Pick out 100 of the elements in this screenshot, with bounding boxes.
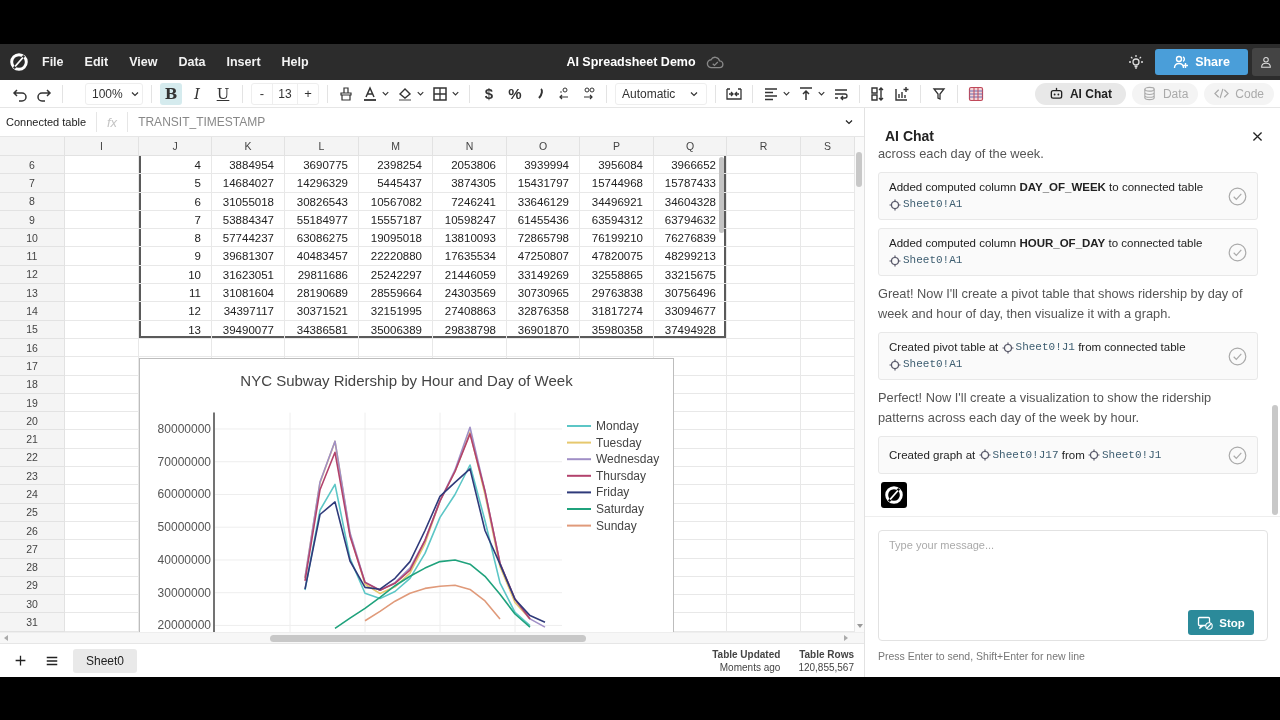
grid-cell[interactable]: [212, 338, 285, 358]
row-header[interactable]: 30: [0, 595, 65, 614]
grid-cell[interactable]: [727, 229, 801, 248]
grid-cell[interactable]: [65, 247, 139, 266]
cell-reference[interactable]: Sheet0!J17: [978, 446, 1059, 464]
row-header[interactable]: 10: [0, 229, 65, 248]
grid-cell[interactable]: [65, 320, 139, 339]
grid-cell[interactable]: [65, 302, 139, 321]
row-header[interactable]: 17: [0, 357, 65, 376]
message-text: Great! Now I'll create a pivot table that shows ridership by day of week and hour of day, then visualize it with a graph.: [878, 285, 1244, 323]
increase-button[interactable]: +: [298, 83, 318, 104]
document-title: AI Spreadsheet Demo: [566, 55, 696, 69]
cell-reference[interactable]: Sheet0!A1: [889, 196, 963, 213]
table-cell: 22220880: [359, 247, 433, 266]
cell-reference[interactable]: Sheet0!J1: [1001, 339, 1075, 356]
stop-button[interactable]: Stop: [1188, 610, 1254, 635]
grid-cell[interactable]: [507, 338, 580, 358]
grid-cell[interactable]: [65, 192, 139, 211]
row-header[interactable]: 23: [0, 467, 65, 486]
sheet-tab[interactable]: Sheet0: [73, 648, 138, 673]
column-header[interactable]: O: [507, 137, 580, 156]
grid-cell[interactable]: [654, 338, 727, 358]
cell-reference[interactable]: Sheet0!A1: [889, 356, 963, 373]
row-header[interactable]: 14: [0, 302, 65, 321]
column-header[interactable]: R: [727, 137, 801, 156]
italic-button[interactable]: I: [186, 82, 208, 105]
cell-reference[interactable]: Sheet0!J1: [1087, 446, 1162, 464]
column-header[interactable]: M: [359, 137, 433, 156]
grid-cell[interactable]: [65, 156, 139, 175]
scroll-thumb[interactable]: [719, 157, 724, 233]
scroll-thumb[interactable]: [856, 152, 862, 187]
select-all-corner[interactable]: [0, 137, 65, 156]
table-cell: 4: [139, 156, 212, 175]
grid-cell[interactable]: [727, 210, 801, 230]
row-header[interactable]: 20: [0, 412, 65, 431]
row-header[interactable]: 27: [0, 540, 65, 559]
grid-cell[interactable]: [139, 338, 212, 358]
menu-item[interactable]: Data: [178, 55, 206, 69]
cell-reference[interactable]: Sheet0!A1: [889, 252, 963, 269]
column-header[interactable]: N: [433, 137, 507, 156]
scroll-thumb[interactable]: [270, 634, 586, 642]
grid-cell[interactable]: [727, 265, 801, 285]
grid-cell[interactable]: [65, 284, 139, 303]
formula-field[interactable]: TRANSIT_TIMESTAMP: [138, 115, 830, 129]
grid-cell[interactable]: [727, 174, 801, 193]
row-header[interactable]: 31: [0, 613, 65, 632]
row-header[interactable]: 11: [0, 247, 65, 266]
row-header[interactable]: 6: [0, 156, 65, 175]
table-cell: 76199210: [580, 229, 654, 248]
legend-label: Monday: [596, 419, 639, 433]
grid-cell[interactable]: [727, 247, 801, 266]
grid-cell[interactable]: [727, 284, 801, 303]
column-header[interactable]: I: [65, 137, 139, 156]
column-header[interactable]: Q: [654, 137, 727, 156]
number-format-select[interactable]: Automatic: [615, 82, 707, 105]
grid-cell[interactable]: [65, 174, 139, 193]
user-button[interactable]: [1252, 48, 1280, 76]
decrease-button[interactable]: -: [252, 83, 272, 104]
grid-cell[interactable]: [727, 156, 801, 175]
panel-tab[interactable]: AI Chat: [1034, 82, 1126, 105]
column-header[interactable]: J: [139, 137, 212, 156]
table-cell: 30826543: [285, 192, 359, 211]
row-header[interactable]: 13: [0, 284, 65, 303]
column-header[interactable]: S: [801, 137, 855, 156]
legend-swatch: [566, 441, 592, 444]
row-header[interactable]: 24: [0, 485, 65, 504]
grid-cell[interactable]: [65, 229, 139, 248]
grid-cell[interactable]: [727, 320, 801, 339]
menu-item[interactable]: Insert: [226, 55, 261, 69]
column-header[interactable]: L: [285, 137, 359, 156]
grid-cell[interactable]: [727, 192, 801, 211]
menu-item[interactable]: View: [129, 55, 158, 69]
grid-cell[interactable]: [65, 338, 139, 358]
vertical-scrollbar[interactable]: [855, 137, 864, 632]
column-header[interactable]: K: [212, 137, 285, 156]
menu-item[interactable]: File: [42, 55, 64, 69]
grid-cell[interactable]: [285, 338, 359, 358]
column-header[interactable]: P: [580, 137, 654, 156]
zoom-select[interactable]: 100%: [85, 82, 143, 105]
grid-cell[interactable]: [727, 302, 801, 321]
grid-cell[interactable]: [580, 338, 654, 358]
name-box[interactable]: Connected table: [6, 116, 86, 128]
axis-label: 70000000: [157, 454, 211, 469]
font-size-field[interactable]: 13: [272, 83, 298, 104]
grid-cell[interactable]: [65, 210, 139, 230]
menu-item[interactable]: Edit: [84, 55, 109, 69]
grid-cell[interactable]: [359, 338, 433, 358]
underline-button[interactable]: U: [212, 82, 234, 105]
scroll-thumb[interactable]: [1272, 405, 1278, 515]
horizontal-scrollbar[interactable]: [0, 632, 864, 643]
row-header[interactable]: 7: [0, 174, 65, 193]
percent-button[interactable]: %: [504, 82, 526, 105]
grid-cell[interactable]: [727, 338, 801, 358]
grid-cell[interactable]: [433, 338, 507, 358]
message-box[interactable]: Type your message... Stop: [878, 530, 1268, 641]
currency-button[interactable]: $: [478, 82, 500, 105]
bold-button[interactable]: B: [160, 82, 182, 105]
grid-cell[interactable]: [65, 265, 139, 285]
row-header[interactable]: 21: [0, 430, 65, 449]
menu-item[interactable]: Help: [281, 55, 309, 69]
